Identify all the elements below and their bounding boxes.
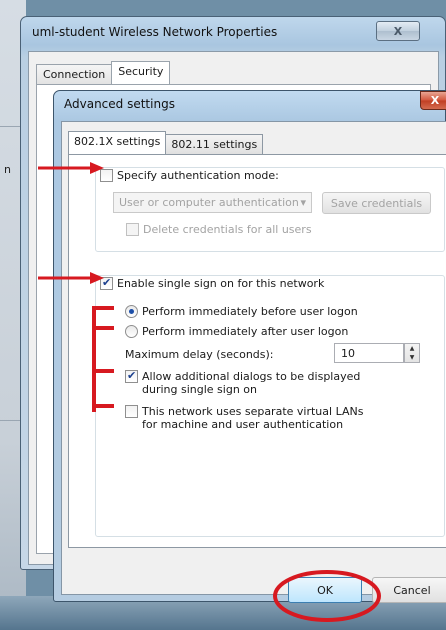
advanced-settings-dialog: Advanced settings X 802.1X settings 802.…: [53, 90, 446, 603]
auth-mode-select[interactable]: User or computer authentication ▾: [113, 192, 312, 213]
dialog-title: Advanced settings: [64, 97, 175, 111]
allow-dialogs-checkbox[interactable]: [125, 369, 138, 383]
dialog-close-button[interactable]: X: [420, 91, 446, 110]
chevron-down-icon: ▾: [300, 196, 306, 209]
cancel-button[interactable]: Cancel: [372, 577, 446, 603]
specify-auth-label: Specify authentication mode:: [117, 169, 279, 182]
delete-credentials-label: Delete credentials for all users: [143, 223, 312, 236]
max-delay-label: Maximum delay (seconds):: [125, 348, 274, 361]
annotation-circle: [273, 570, 381, 622]
perform-after-label: Perform immediately after user logon: [142, 325, 349, 338]
separate-vlans-checkbox[interactable]: [125, 405, 138, 418]
close-icon: X: [393, 24, 403, 38]
dialog-body: 802.1X settings 802.11 settings Specify …: [61, 121, 446, 603]
close-button[interactable]: X: [376, 21, 420, 41]
spin-down-icon: ▼: [409, 353, 415, 361]
sso-checkbox-row[interactable]: Enable single sign on for this network: [100, 276, 329, 290]
perform-before-radio[interactable]: [125, 305, 138, 318]
max-delay-input[interactable]: 10: [334, 343, 404, 363]
annotation-bracket-tick: [92, 326, 114, 330]
delete-credentials-checkbox[interactable]: [126, 223, 139, 236]
annotation-bracket-tick: [92, 369, 114, 373]
sso-label: Enable single sign on for this network: [117, 277, 325, 290]
separate-vlans-row[interactable]: This network uses separate virtual LANs …: [125, 405, 382, 431]
specify-auth-checkbox-row[interactable]: Specify authentication mode:: [100, 169, 283, 182]
annotation-bracket-tick: [92, 404, 114, 408]
tab-connection[interactable]: Connection: [36, 64, 113, 84]
tab-8021x-settings[interactable]: 802.1X settings: [68, 131, 167, 154]
perform-before-label: Perform immediately before user logon: [142, 305, 358, 318]
tab-strip: Connection Security: [36, 61, 171, 84]
tab-strip: 802.1X settings 802.11 settings: [68, 131, 264, 154]
spin-up-icon: ▲: [409, 344, 415, 352]
8021x-settings-panel: Specify authentication mode: User or com…: [68, 154, 446, 548]
separate-vlans-label: This network uses separate virtual LANs …: [142, 405, 364, 431]
delete-credentials-row[interactable]: Delete credentials for all users: [126, 223, 312, 236]
save-credentials-button[interactable]: Save credentials: [322, 192, 431, 214]
allow-dialogs-label: Allow additional dialogs to be displayed…: [142, 370, 361, 396]
tab-80211-settings[interactable]: 802.11 settings: [165, 134, 264, 154]
window-title: uml-student Wireless Network Properties: [32, 25, 278, 39]
auth-mode-value: User or computer authentication: [119, 196, 299, 209]
max-delay-spinner[interactable]: ▲ ▼: [404, 343, 420, 363]
allow-dialogs-row[interactable]: Allow additional dialogs to be displayed…: [125, 369, 382, 396]
perform-after-row[interactable]: Perform immediately after user logon: [125, 325, 348, 338]
background-text: n: [4, 163, 11, 176]
close-icon: X: [430, 94, 440, 107]
perform-after-radio[interactable]: [125, 325, 138, 338]
annotation-bracket-tick: [92, 306, 114, 310]
annotation-arrow: [38, 272, 104, 284]
annotation-arrow: [38, 162, 104, 174]
annotation-bracket: [92, 306, 96, 412]
tab-security[interactable]: Security: [111, 61, 171, 84]
perform-before-row[interactable]: Perform immediately before user logon: [125, 305, 358, 318]
